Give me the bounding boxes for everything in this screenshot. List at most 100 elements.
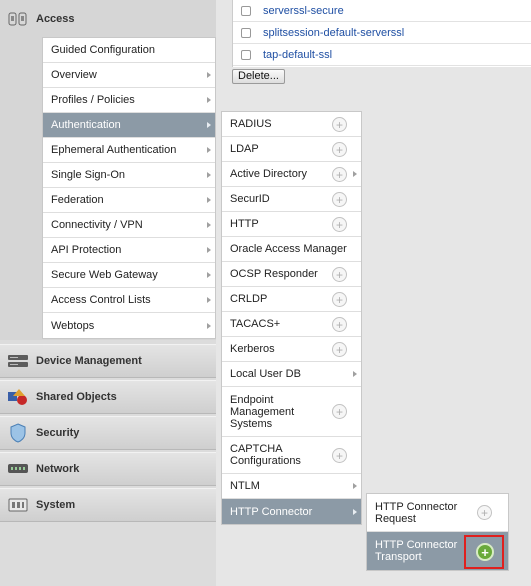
menu-item-http[interactable]: HTTP + [222, 212, 361, 237]
menu-item-label: TACACS+ [230, 318, 281, 330]
nav-system-label: System [36, 499, 76, 511]
profile-link[interactable]: tap-default-ssl [263, 49, 332, 61]
menu-item-label: HTTP Connector Transport [375, 539, 458, 563]
menu-item-label: Guided Configuration [51, 44, 155, 56]
access-menu: Guided Configuration Overview Profiles /… [42, 37, 216, 339]
row-checkbox[interactable] [241, 27, 251, 38]
delete-button[interactable]: Delete... [232, 69, 285, 84]
menu-item-radius[interactable]: RADIUS + [222, 112, 361, 137]
menu-item-connectivity-vpn[interactable]: Connectivity / VPN [43, 213, 215, 238]
profile-link[interactable]: serverssl-secure [263, 5, 344, 17]
chevron-right-icon [353, 508, 357, 515]
menu-item-federation[interactable]: Federation [43, 188, 215, 213]
menu-item-ldap[interactable]: LDAP + [222, 137, 361, 162]
plus-circle-icon[interactable]: + [332, 192, 347, 207]
chevron-right-icon [207, 147, 211, 153]
chevron-right-icon [207, 247, 211, 253]
menu-item-profiles-policies[interactable]: Profiles / Policies [43, 88, 215, 113]
plus-circle-icon[interactable]: + [477, 505, 492, 520]
nav-device-management[interactable]: Device Management [0, 344, 216, 378]
plus-circle-icon[interactable]: + [332, 142, 347, 157]
menu-item-label: HTTP Connector [230, 505, 313, 518]
menu-item-label: Access Control Lists [51, 294, 151, 306]
nav-network[interactable]: Network [0, 452, 216, 486]
menu-item-label: SecurID [230, 193, 270, 205]
menu-item-label: Profiles / Policies [51, 94, 135, 106]
network-icon [7, 458, 29, 480]
chevron-right-icon [353, 483, 357, 489]
menu-item-label: Secure Web Gateway [51, 269, 158, 281]
menu-item-label: Local User DB [230, 368, 301, 380]
menu-item-kerberos[interactable]: Kerberos + [222, 337, 361, 362]
menu-item-ephemeral-authentication[interactable]: Ephemeral Authentication [43, 138, 215, 163]
menu-item-label: Single Sign-On [51, 169, 125, 181]
plus-circle-icon[interactable]: + [332, 167, 347, 182]
chevron-right-icon [207, 297, 211, 303]
menu-item-overview[interactable]: Overview [43, 63, 215, 88]
nav-shared-objects[interactable]: Shared Objects [0, 380, 216, 414]
menu-item-label: CRLDP [230, 293, 268, 305]
menu-item-webtops[interactable]: Webtops [43, 313, 215, 338]
nav-access-header[interactable]: Access [0, 0, 216, 38]
system-icon [7, 494, 29, 516]
chevron-right-icon [207, 197, 211, 203]
menu-item-label: LDAP [230, 143, 259, 155]
menu-item-ocsp-responder[interactable]: OCSP Responder + [222, 262, 361, 287]
menu-item-http-connector[interactable]: HTTP Connector [222, 499, 361, 524]
menu-item-api-protection[interactable]: API Protection [43, 238, 215, 263]
plus-circle-icon[interactable]: + [332, 267, 347, 282]
shield-icon [7, 422, 29, 444]
create-plus-icon[interactable]: + [476, 543, 494, 561]
table-row: tap-default-ssl [233, 44, 531, 66]
menu-item-label: Webtops [51, 319, 95, 332]
chevron-right-icon [207, 322, 211, 329]
menu-item-ntlm[interactable]: NTLM [222, 474, 361, 499]
menu-item-label: OCSP Responder [230, 268, 318, 280]
plus-circle-icon[interactable]: + [332, 448, 347, 463]
menu-item-http-connector-request[interactable]: HTTP Connector Request + [367, 494, 508, 532]
menu-item-access-control-lists[interactable]: Access Control Lists [43, 288, 215, 313]
menu-item-securid[interactable]: SecurID + [222, 187, 361, 212]
menu-item-label: NTLM [230, 480, 260, 492]
chevron-right-icon [207, 272, 211, 278]
menu-item-label: CAPTCHA Configurations [230, 443, 301, 467]
nav-network-label: Network [36, 463, 80, 475]
profile-table: serverssl-secure splitsession-default-se… [232, 0, 531, 67]
plus-circle-icon[interactable]: + [332, 217, 347, 232]
menu-item-captcha-configurations[interactable]: CAPTCHA Configurations + [222, 437, 361, 474]
row-checkbox[interactable] [241, 5, 251, 16]
chevron-right-icon [353, 371, 357, 377]
menu-item-label: Active Directory [230, 168, 308, 180]
menu-item-guided-configuration[interactable]: Guided Configuration [43, 38, 215, 63]
menu-item-single-sign-on[interactable]: Single Sign-On [43, 163, 215, 188]
menu-item-tacacs[interactable]: TACACS+ + [222, 312, 361, 337]
plus-circle-icon[interactable]: + [332, 317, 347, 332]
row-checkbox[interactable] [241, 49, 251, 60]
menu-item-endpoint-management-systems[interactable]: Endpoint Management Systems + [222, 387, 361, 437]
menu-item-local-user-db[interactable]: Local User DB [222, 362, 361, 387]
menu-item-label: Connectivity / VPN [51, 219, 143, 231]
menu-item-active-directory[interactable]: Active Directory + [222, 162, 361, 187]
nav-system[interactable]: System [0, 488, 216, 522]
chevron-right-icon [207, 97, 211, 103]
plus-circle-icon[interactable]: + [332, 342, 347, 357]
menu-item-oracle-access-manager[interactable]: Oracle Access Manager [222, 237, 361, 262]
menu-item-label: Kerberos [230, 343, 275, 355]
menu-item-authentication[interactable]: Authentication [43, 113, 215, 138]
profile-link[interactable]: splitsession-default-serverssl [263, 27, 404, 39]
nav-security[interactable]: Security [0, 416, 216, 450]
chevron-right-icon [353, 171, 357, 177]
plus-circle-icon[interactable]: + [332, 404, 347, 419]
plus-circle-icon[interactable]: + [332, 117, 347, 132]
menu-item-label: Oracle Access Manager [230, 243, 347, 255]
menu-item-label: Authentication [51, 119, 121, 131]
menu-item-secure-web-gateway[interactable]: Secure Web Gateway [43, 263, 215, 288]
menu-item-label: API Protection [51, 244, 122, 256]
menu-item-crldp[interactable]: CRLDP + [222, 287, 361, 312]
nav-shared-objects-label: Shared Objects [36, 391, 117, 403]
chevron-right-icon [207, 222, 211, 228]
menu-item-label: Endpoint Management Systems [230, 393, 295, 430]
plus-circle-icon[interactable]: + [332, 292, 347, 307]
profile-list-area: serverssl-secure splitsession-default-se… [216, 0, 531, 86]
nav-access-label: Access [36, 13, 75, 25]
